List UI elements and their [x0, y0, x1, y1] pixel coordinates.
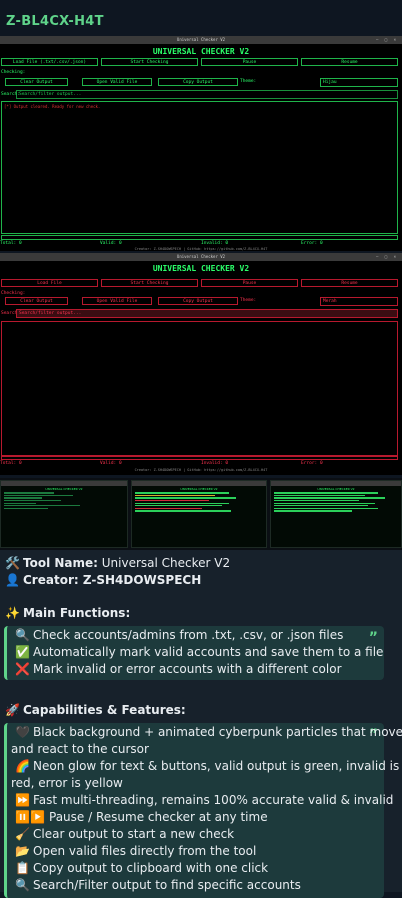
thumbnail-strip: UNIVERSAL CHECKER V2 UNIVERSAL CHECKER V… [0, 478, 402, 550]
load-file-button[interactable]: Load File (.txt/.csv/.json) [1, 58, 98, 66]
list-item: 🧹 Clear output to start a new check [15, 827, 235, 841]
window-titlebar: Universal Checker V2 – □ × [0, 36, 402, 44]
error-count: Error: 0 [301, 241, 323, 246]
resume-button[interactable]: Resume [301, 58, 398, 66]
pause-button[interactable]: Pause [201, 58, 298, 66]
clear-output-button[interactable]: Clear Output [5, 78, 68, 86]
theme-label: Theme: [240, 79, 257, 84]
list-item: 🔍 Check accounts/admins from .txt, .csv, … [15, 628, 344, 642]
app-title: UNIVERSAL CHECKER V2 [152, 264, 250, 273]
checking-label: Checking: [1, 70, 26, 75]
list-item: ❌ Mark invalid or error accounts with a d… [15, 662, 342, 676]
window-controls-icon: – □ × [375, 37, 398, 42]
rocket-icon: 🚀 [5, 703, 20, 717]
hammer-wrench-icon: 🛠️ [5, 556, 20, 570]
copy-output-button[interactable]: Copy Output [158, 78, 238, 86]
theme-select[interactable]: Hijau [320, 78, 398, 87]
output-line: [*] Output cleared. Ready for new check. [4, 104, 101, 109]
window-titlebar: Universal Checker V2 – □ × [0, 253, 402, 261]
start-checking-button[interactable]: Start Checking [101, 279, 198, 287]
capabilities-quote: ” 🖤 Black background + animated cyberpunk… [4, 723, 402, 898]
magnifier-icon: 🔍 [15, 878, 30, 892]
load-file-button[interactable]: Load File [1, 279, 98, 287]
thumbnail-title: UNIVERSAL CHECKER V2 [45, 487, 83, 491]
screenshot-red-theme: Universal Checker V2 – □ × UNIVERSAL CHE… [0, 253, 402, 475]
clear-output-button[interactable]: Clear Output [5, 297, 68, 305]
start-checking-button[interactable]: Start Checking [101, 58, 198, 66]
output-area [1, 321, 398, 456]
copy-output-button[interactable]: Copy Output [158, 297, 238, 305]
total-count: Total: 0 [0, 241, 22, 246]
list-item: ⏸️▶️ Pause / Resume checker at any time [15, 810, 268, 824]
pause-button[interactable]: Pause [201, 279, 298, 287]
window-controls-icon: – □ × [375, 254, 398, 259]
creator-line: 👤 Creator: Z-SH4DOWSPECH [5, 573, 201, 587]
magnifier-icon: 🔍 [15, 628, 30, 642]
progress-bar [1, 456, 398, 460]
cross-mark-icon: ❌ [15, 662, 30, 676]
search-input[interactable]: Search/filter output... [16, 90, 398, 99]
creator-value: Z-SH4DOWSPECH [78, 573, 202, 587]
window-title: Universal Checker V2 [176, 254, 226, 259]
list-item: ⏩ Fast multi-threading, remains 100% accu… [15, 793, 394, 807]
credit-text: Creator: Z-SH4DOWSPECH | GitHub: https:/… [134, 247, 268, 251]
credit-text: Creator: Z-SH4DOWSPECH | GitHub: https:/… [134, 468, 268, 472]
screenshot-green-theme: Universal Checker V2 – □ × UNIVERSAL CHE… [0, 36, 402, 251]
app-title: UNIVERSAL CHECKER V2 [152, 47, 250, 56]
invalid-count: Invalid: 0 [201, 241, 229, 246]
window-title: Universal Checker V2 [176, 37, 226, 42]
resume-button[interactable]: Resume [301, 279, 398, 287]
clipboard-icon: 📋 [15, 861, 30, 875]
checking-label: Checking: [1, 291, 26, 296]
check-mark-icon: ✅ [15, 645, 30, 659]
message-body: 🛠️ Tool Name: Universal Checker V2 👤 Creat… [0, 550, 402, 898]
tool-name-value: Universal Checker V2 [97, 556, 231, 570]
black-heart-icon: 🖤 [15, 725, 30, 739]
thumbnail-title: UNIVERSAL CHECKER V2 [180, 487, 218, 491]
main-functions-quote: ” 🔍 Check accounts/admins from .txt, .csv… [4, 626, 384, 680]
list-item: 🌈 Neon glow for text & buttons, valid out… [15, 759, 400, 773]
list-item: ✅ Automatically mark valid accounts and s… [15, 645, 384, 659]
list-item: 🔍 Search/Filter output to find specific a… [15, 878, 301, 892]
thumbnail-3[interactable]: UNIVERSAL CHECKER V2 [270, 480, 402, 548]
tool-name-line: 🛠️ Tool Name: Universal Checker V2 [5, 556, 230, 570]
thumbnail-title: UNIVERSAL CHECKER V2 [317, 487, 355, 491]
valid-count: Valid: 0 [100, 241, 122, 246]
search-input[interactable]: Search/filter output... [16, 309, 398, 318]
list-item-continued: red, error is yellow [11, 776, 123, 790]
main-functions-heading: ✨ Main Functions: [5, 606, 131, 620]
list-item: 📋 Copy output to clipboard with one click [15, 861, 269, 875]
person-icon: 👤 [5, 573, 20, 587]
error-count: Error: 0 [301, 461, 323, 466]
broom-icon: 🧹 [15, 827, 30, 841]
list-item: 🖤 Black background + animated cyberpunk p… [15, 725, 402, 739]
quote-icon: ” [368, 630, 378, 646]
open-valid-file-button[interactable]: Open Valid File [82, 297, 152, 305]
valid-count: Valid: 0 [100, 461, 122, 466]
output-area: [*] Output cleared. Ready for new check. [1, 101, 398, 234]
thumbnail-2[interactable]: UNIVERSAL CHECKER V2 [131, 480, 267, 548]
channel-title[interactable]: Z-BL4CX-H4T [6, 14, 104, 29]
fast-forward-icon: ⏩ [15, 793, 30, 807]
thumbnail-1[interactable]: UNIVERSAL CHECKER V2 [0, 480, 128, 548]
list-item-continued: and react to the cursor [11, 742, 149, 756]
theme-label: Theme: [240, 298, 257, 303]
creator-label: Creator: [23, 573, 79, 587]
tool-name-label: Tool Name: [23, 556, 98, 570]
theme-select[interactable]: Merah [320, 297, 398, 306]
folder-icon: 📂 [15, 844, 30, 858]
invalid-count: Invalid: 0 [201, 461, 229, 466]
capabilities-heading: 🚀 Capabilities & Features: [5, 703, 186, 717]
pause-play-icon: ⏸️▶️ [15, 810, 45, 824]
progress-bar [1, 235, 398, 240]
list-item: 📂 Open valid files directly from the tool [15, 844, 257, 858]
total-count: Total: 0 [0, 461, 22, 466]
sparkles-icon: ✨ [5, 606, 20, 620]
open-valid-file-button[interactable]: Open Valid File [82, 78, 152, 86]
rainbow-icon: 🌈 [15, 759, 30, 773]
